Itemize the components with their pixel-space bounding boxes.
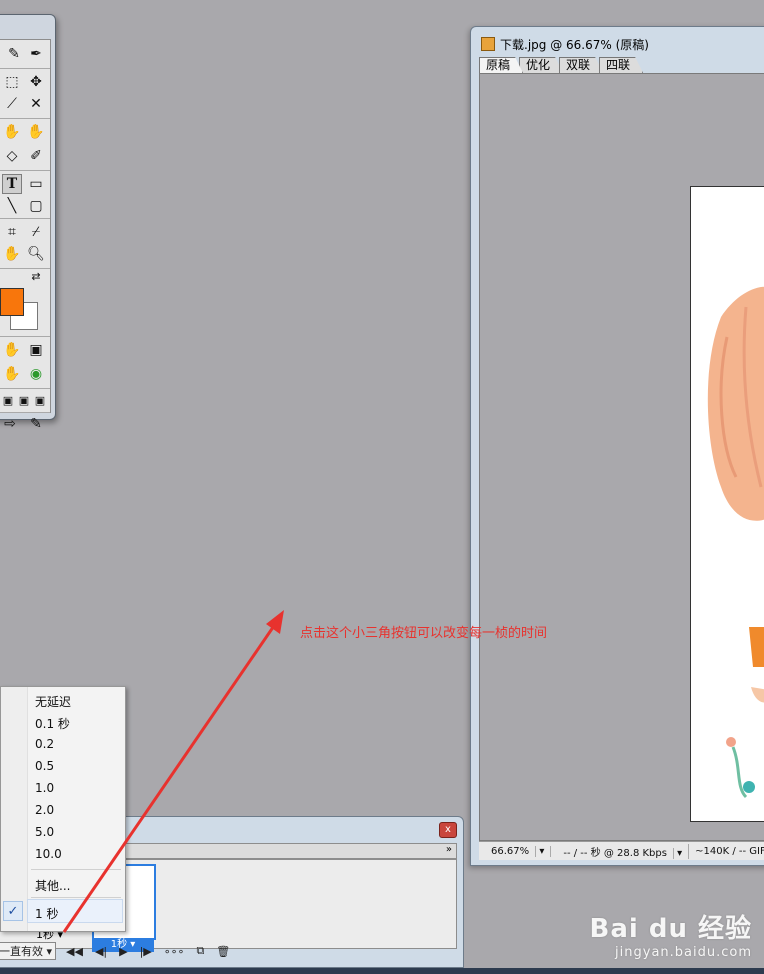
watermark-brand: Bai du 经验 xyxy=(589,914,752,944)
annotation-arrow xyxy=(62,610,284,933)
baidu-watermark: Bai du 经验 jingyan.baidu.com xyxy=(590,908,753,960)
taskbar-edge xyxy=(0,968,764,974)
watermark-url: jingyan.baidu.com xyxy=(615,945,752,960)
annotation-text: 点击这个小三角按钮可以改变每一桢的时间 xyxy=(300,626,548,641)
